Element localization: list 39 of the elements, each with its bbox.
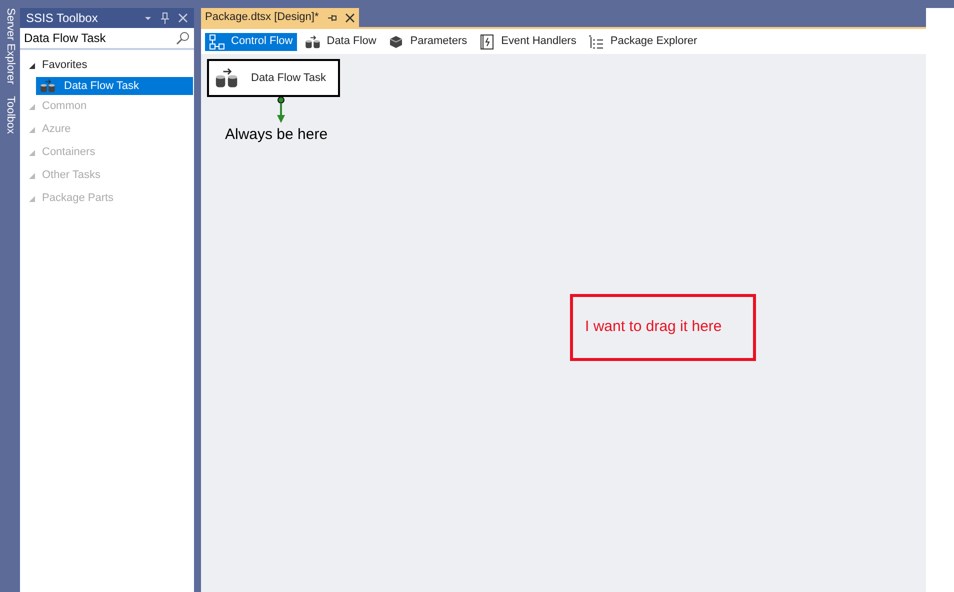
databases-arrow-icon <box>215 68 239 88</box>
expanded-icon <box>28 148 36 156</box>
expanded-icon <box>28 102 36 110</box>
close-icon[interactable] <box>344 12 355 22</box>
search-icon <box>176 31 190 45</box>
expanded-icon <box>28 62 36 70</box>
group-label: Azure <box>42 122 71 138</box>
dropdown-icon[interactable] <box>144 14 152 22</box>
tree-list-icon <box>588 34 604 50</box>
group-label: Package Parts <box>42 191 114 206</box>
designer-tab[interactable]: Parameters <box>384 32 472 50</box>
task-node[interactable]: Data Flow Task <box>207 59 340 97</box>
expanded-icon <box>28 172 36 180</box>
pin-icon[interactable] <box>326 14 337 22</box>
flowchart-icon <box>209 34 225 50</box>
databases-arrow-icon <box>40 79 56 93</box>
group-label: Containers <box>42 145 96 160</box>
expanded-icon <box>28 194 36 202</box>
search-field[interactable]: Data Flow Task <box>24 29 176 47</box>
side-tab[interactable]: Toolbox <box>0 96 20 134</box>
designer-tab[interactable]: Data Flow <box>300 32 380 50</box>
expanded-icon <box>28 126 36 134</box>
document-icon <box>479 34 496 50</box>
cube-icon <box>388 34 404 50</box>
panel-title: SSIS Toolbox <box>26 10 99 27</box>
databases-arrow-icon <box>304 34 321 50</box>
annotation-box: I want to drag it here <box>570 294 756 361</box>
connector-arrow[interactable] <box>276 96 286 124</box>
group-label: Favorites <box>42 58 88 74</box>
document-tab[interactable]: Package.dtsx [Design]* <box>201 8 359 27</box>
designer-tab[interactable]: Event Handlers <box>475 32 580 50</box>
toolbox-group[interactable]: Favorites <box>20 54 194 77</box>
designer-tab[interactable]: Control Flow <box>205 32 297 50</box>
side-tab[interactable]: Server Explorer <box>0 8 20 84</box>
designer-tab[interactable]: Package Explorer <box>584 32 702 50</box>
annotation-text: Always be here <box>225 125 328 145</box>
group-label: Common <box>42 99 87 114</box>
group-label: Other Tasks <box>42 168 100 184</box>
toolbox-item[interactable]: Data Flow Task <box>36 77 193 95</box>
